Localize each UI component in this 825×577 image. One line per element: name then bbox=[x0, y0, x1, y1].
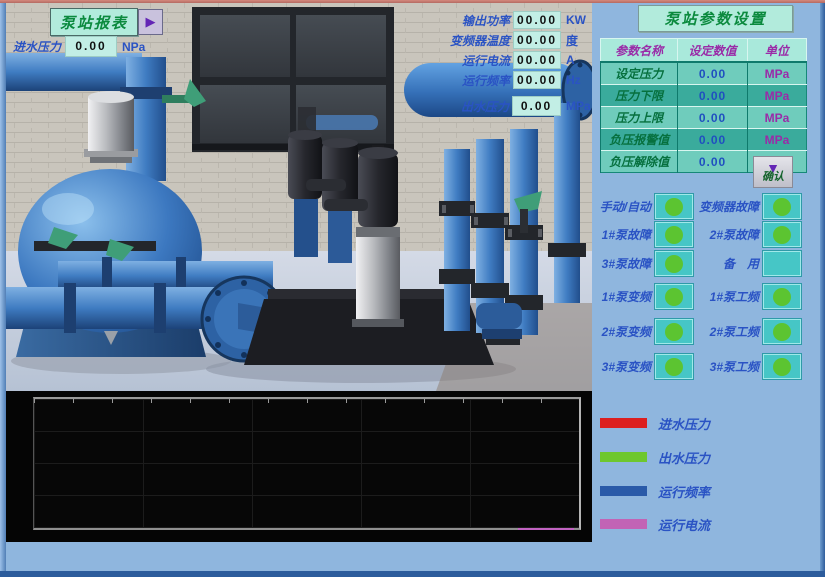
legend-swatch-inlet-pressure bbox=[600, 418, 647, 428]
confirm-button-label: 确认 bbox=[762, 172, 784, 183]
col-unit: 单位 bbox=[747, 39, 806, 63]
inlet-pressure-value: 0.00 bbox=[65, 36, 117, 57]
indicator-label-vfd-fault: 变频器故障 bbox=[687, 198, 759, 215]
indicator-label-pump1-vfd: 1#泵变频 bbox=[579, 288, 651, 305]
output-power-label: 输出功率 bbox=[428, 12, 510, 29]
table-row: 负压报警值 0.00 MPa bbox=[601, 129, 807, 151]
window bbox=[192, 7, 394, 152]
param-value-input[interactable]: 0.00 bbox=[678, 62, 748, 85]
green-lamp-icon bbox=[773, 226, 791, 244]
green-lamp-icon bbox=[665, 288, 683, 306]
indicator-lamp-pump1-mains bbox=[763, 284, 801, 309]
green-lamp-icon bbox=[773, 358, 791, 376]
params-table: 参数名称 设定数值 单位 设定压力 0.00 MPa 压力下限 0.00 MPa… bbox=[600, 38, 807, 173]
indicator-label-pump3-mains: 3#泵工频 bbox=[687, 358, 759, 375]
outlet-pressure-label: 出水压力 bbox=[427, 98, 509, 115]
green-lamp-icon bbox=[665, 323, 683, 341]
table-row: 压力下限 0.00 MPa bbox=[601, 85, 807, 107]
param-value-input[interactable]: 0.00 bbox=[678, 107, 748, 129]
legend-label-running-current: 运行电流 bbox=[658, 515, 710, 534]
running-frequency-value: 00.00 bbox=[513, 71, 561, 89]
indicator-label-auto-manual: 手动/自动 bbox=[579, 198, 651, 215]
param-name: 压力下限 bbox=[601, 85, 678, 107]
legend-swatch-running-frequency bbox=[600, 486, 647, 496]
param-unit: MPa bbox=[747, 85, 806, 107]
green-lamp-icon bbox=[665, 358, 683, 376]
indicator-lamp-spare bbox=[763, 251, 801, 276]
frame-top-border bbox=[0, 0, 825, 3]
running-frequency-field: 运行频率 00.00 Hz bbox=[428, 71, 592, 89]
outlet-pressure-unit: MPa bbox=[566, 99, 592, 113]
param-value-input[interactable]: 0.00 bbox=[678, 85, 748, 107]
vfd-temperature-unit: 度 bbox=[566, 32, 592, 49]
param-value-input[interactable]: 0.00 bbox=[678, 151, 748, 173]
green-lamp-icon bbox=[773, 198, 791, 216]
inlet-pressure-field: 进水压力 0.00 NPa bbox=[13, 36, 145, 57]
green-lamp-icon bbox=[665, 226, 683, 244]
indicator-lamp-vfd-fault bbox=[763, 194, 801, 219]
play-arrow-icon: ▶ bbox=[146, 14, 156, 30]
running-current-value: 00.00 bbox=[513, 51, 561, 69]
confirm-button[interactable]: ▼ 确认 bbox=[753, 156, 793, 188]
report-arrow-button[interactable]: ▶ bbox=[138, 9, 163, 35]
green-lamp-icon bbox=[665, 198, 683, 216]
outlet-pressure-value: 0.00 bbox=[512, 96, 561, 116]
param-value-input[interactable]: 0.00 bbox=[678, 129, 748, 151]
running-current-unit: A bbox=[566, 53, 592, 67]
indicator-label-pump3-vfd: 3#泵变频 bbox=[579, 358, 651, 375]
table-row: 压力上限 0.00 MPa bbox=[601, 107, 807, 129]
output-power-field: 输出功率 00.00 KW bbox=[428, 11, 592, 29]
green-lamp-icon bbox=[773, 288, 791, 306]
col-param-name: 参数名称 bbox=[601, 39, 678, 63]
param-unit: MPa bbox=[747, 62, 806, 85]
indicator-label-pump2-fault: 2#泵故障 bbox=[687, 226, 759, 243]
frame-bottom-border bbox=[0, 571, 825, 577]
col-set-value: 设定数值 bbox=[678, 39, 748, 63]
running-current-trace bbox=[518, 528, 574, 530]
output-power-value: 00.00 bbox=[513, 11, 561, 29]
output-power-unit: KW bbox=[566, 13, 592, 27]
inlet-pressure-unit: NPa bbox=[122, 40, 145, 54]
running-current-field: 运行电流 00.00 A bbox=[428, 51, 592, 69]
inlet-pressure-label: 进水压力 bbox=[13, 38, 61, 55]
indicator-label-pump2-vfd: 2#泵变频 bbox=[579, 323, 651, 340]
param-name: 压力上限 bbox=[601, 107, 678, 129]
trend-chart-plot-area bbox=[33, 397, 581, 530]
green-lamp-icon bbox=[665, 255, 683, 273]
legend-swatch-outlet-pressure bbox=[600, 452, 647, 462]
table-row: 设定压力 0.00 MPa bbox=[601, 62, 807, 85]
params-panel-title: 泵站参数设置 bbox=[638, 5, 793, 32]
frame-left-border bbox=[0, 3, 6, 571]
params-header-row: 参数名称 设定数值 单位 bbox=[601, 39, 807, 63]
running-current-label: 运行电流 bbox=[428, 52, 510, 69]
param-name: 负压报警值 bbox=[601, 129, 678, 151]
indicator-lamp-pump2-mains bbox=[763, 319, 801, 344]
vfd-temperature-value: 00.00 bbox=[513, 31, 561, 49]
legend-swatch-running-current bbox=[600, 519, 647, 529]
vfd-temperature-label: 变频器温度 bbox=[428, 32, 510, 49]
param-unit: MPa bbox=[747, 129, 806, 151]
indicator-label-pump3-fault: 3#泵故障 bbox=[579, 255, 651, 272]
legend-label-running-frequency: 运行频率 bbox=[658, 482, 710, 501]
param-name: 设定压力 bbox=[601, 62, 678, 85]
frame-right-border bbox=[820, 3, 825, 571]
vfd-temperature-field: 变频器温度 00.00 度 bbox=[428, 31, 592, 49]
running-frequency-label: 运行频率 bbox=[428, 72, 510, 89]
indicator-label-spare: 备 用 bbox=[687, 255, 759, 272]
indicator-label-pump1-fault: 1#泵故障 bbox=[579, 226, 651, 243]
legend-label-inlet-pressure: 进水压力 bbox=[658, 414, 710, 433]
indicator-lamp-pump2-fault bbox=[763, 222, 801, 247]
indicator-label-pump2-mains: 2#泵工频 bbox=[687, 323, 759, 340]
indicator-label-pump1-mains: 1#泵工频 bbox=[687, 288, 759, 305]
param-name: 负压解除值 bbox=[601, 151, 678, 173]
outlet-pressure-field: 出水压力 0.00 MPa bbox=[427, 96, 592, 116]
chart-tick-marks bbox=[34, 399, 579, 403]
legend-label-outlet-pressure: 出水压力 bbox=[658, 448, 710, 467]
indicator-lamp-pump3-mains bbox=[763, 354, 801, 379]
green-lamp-icon bbox=[773, 323, 791, 341]
running-frequency-unit: Hz bbox=[566, 73, 592, 87]
param-unit: MPa bbox=[747, 107, 806, 129]
report-button[interactable]: 泵站报表 bbox=[50, 8, 138, 36]
trend-chart-panel bbox=[6, 391, 592, 542]
